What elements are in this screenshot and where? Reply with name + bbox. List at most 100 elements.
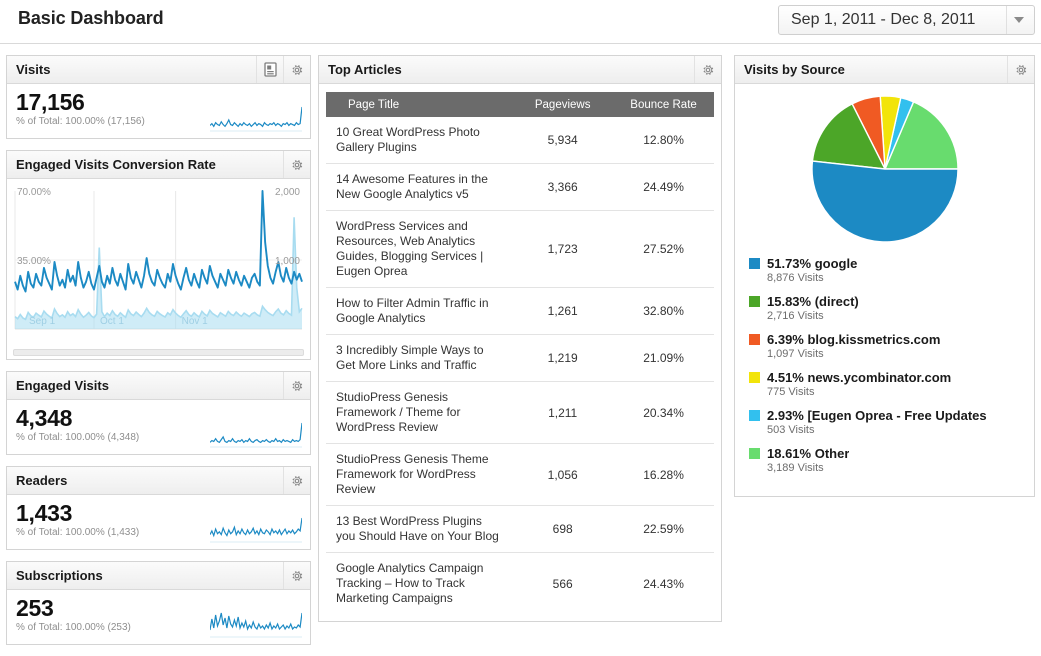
sparkline-visits bbox=[210, 104, 302, 132]
widget-readers-body: 1,433 % of Total: 100.00% (1,433) bbox=[7, 495, 310, 549]
svg-text:35.00%: 35.00% bbox=[17, 256, 51, 267]
legend-item[interactable]: 4.51% news.ycombinator.com 775 Visits bbox=[749, 370, 1034, 398]
widget-title: Visits bbox=[16, 62, 51, 77]
widget-visits-by-source-header: Visits by Source bbox=[735, 56, 1034, 84]
table-row[interactable]: 10 Great WordPress Photo Gallery Plugins… bbox=[326, 117, 714, 164]
widget-title: Subscriptions bbox=[16, 568, 103, 583]
cell-page-title[interactable]: 13 Best WordPress Plugins you Should Hav… bbox=[326, 505, 513, 553]
widget-subscriptions: Subscriptions 253 % of Total: 100.00% (2… bbox=[6, 561, 311, 645]
gear-icon[interactable] bbox=[694, 56, 721, 83]
widget-title: Engaged Visits bbox=[16, 378, 109, 393]
gear-icon[interactable] bbox=[1007, 56, 1034, 83]
cell-page-title[interactable]: StudioPress Genesis Framework / Theme fo… bbox=[326, 381, 513, 444]
table-row[interactable]: 13 Best WordPress Plugins you Should Hav… bbox=[326, 505, 714, 553]
cell-bounce-rate: 32.80% bbox=[613, 287, 714, 335]
cell-bounce-rate: 21.09% bbox=[613, 334, 714, 382]
date-range-label: Sep 1, 2011 - Dec 8, 2011 bbox=[791, 11, 976, 28]
legend-item[interactable]: 6.39% blog.kissmetrics.com 1,097 Visits bbox=[749, 332, 1034, 360]
legend-visit-count: 775 Visits bbox=[767, 386, 815, 398]
svg-text:Oct 1: Oct 1 bbox=[100, 316, 124, 327]
widget-top-articles: Top Articles Page Title Pageviews Bounce… bbox=[318, 55, 722, 622]
legend-swatch-icon bbox=[749, 258, 760, 269]
cell-bounce-rate: 27.52% bbox=[613, 210, 714, 288]
cell-pageviews: 566 bbox=[552, 576, 573, 591]
legend-visit-count: 2,716 Visits bbox=[767, 310, 824, 322]
gear-icon[interactable] bbox=[283, 151, 310, 178]
cell-page-title[interactable]: How to Filter Admin Traffic in Google An… bbox=[326, 287, 513, 335]
legend-swatch-icon bbox=[749, 372, 760, 383]
column-header-bounce-rate[interactable]: Bounce Rate bbox=[613, 92, 714, 117]
legend-item[interactable]: 2.93% [Eugen Oprea - Free Updates 503 Vis… bbox=[749, 408, 1034, 436]
legend-item[interactable]: 51.73% google 8,876 Visits bbox=[749, 256, 1034, 284]
widget-visits-header: Visits bbox=[7, 56, 310, 84]
svg-text:1,000: 1,000 bbox=[275, 256, 300, 267]
pie-legend: 51.73% google 8,876 Visits 15.83% (direct)… bbox=[749, 256, 1034, 474]
middle-column: Top Articles Page Title Pageviews Bounce… bbox=[318, 55, 722, 633]
legend-item-main: 4.51% news.ycombinator.com bbox=[749, 370, 1021, 385]
left-column: Visits 17,156 % of Total: 100.00% (17,15… bbox=[6, 55, 311, 656]
widget-conversion-rate: Engaged Visits Conversion Rate 70.00% 35.… bbox=[6, 150, 311, 360]
legend-item-main: 15.83% (direct) bbox=[749, 294, 1021, 309]
widget-visits-body: 17,156 % of Total: 100.00% (17,156) bbox=[7, 84, 310, 138]
right-column: Visits by Source 51.73% google 8,876 Visi… bbox=[734, 55, 1035, 508]
cell-page-title[interactable]: 3 Incredibly Simple Ways to Get More Lin… bbox=[326, 334, 513, 382]
cell-pageviews: 698 bbox=[512, 505, 614, 553]
visits-by-source-body: 51.73% google 8,876 Visits 15.83% (direct)… bbox=[735, 84, 1034, 496]
cell-pageviews: 1,261 bbox=[512, 287, 614, 335]
table-row[interactable]: StudioPress Genesis Theme Framework for … bbox=[326, 443, 714, 506]
sparkline-engaged-visits bbox=[210, 420, 302, 448]
pie-chart-holder bbox=[735, 94, 1034, 244]
gear-icon[interactable] bbox=[283, 562, 310, 589]
cell-page-title[interactable]: Google Analytics Campaign Tracking – How… bbox=[326, 553, 512, 615]
legend-item[interactable]: 18.61% Other 3,189 Visits bbox=[749, 446, 1034, 474]
widget-subscriptions-header: Subscriptions bbox=[7, 562, 310, 590]
table-row[interactable]: Google Analytics Campaign Tracking – How… bbox=[326, 553, 714, 615]
table-row[interactable]: WordPress Services and Resources, Web An… bbox=[326, 210, 714, 288]
chart-scrollbar[interactable] bbox=[13, 349, 304, 356]
report-icon[interactable] bbox=[256, 56, 283, 83]
pie-slice[interactable] bbox=[810, 160, 959, 243]
top-articles-table: Page Title Pageviews Bounce Rate 10 Grea… bbox=[326, 92, 714, 614]
cell-page-title[interactable]: WordPress Services and Resources, Web An… bbox=[326, 210, 513, 288]
legend-item-main: 6.39% blog.kissmetrics.com bbox=[749, 332, 1021, 347]
cell-bounce-rate: 20.34% bbox=[613, 381, 714, 444]
cell-page-title[interactable]: 14 Awesome Features in the New Google An… bbox=[326, 163, 513, 211]
column-header-pageviews[interactable]: Pageviews bbox=[512, 92, 614, 117]
widget-title: Engaged Visits Conversion Rate bbox=[16, 157, 216, 172]
widget-visits-by-source: Visits by Source 51.73% google 8,876 Visi… bbox=[734, 55, 1035, 497]
cell-bounce-rate: 24.43% bbox=[643, 576, 684, 591]
conversion-rate-chart: 70.00% 35.00% 2,000 1,000 Sep 1 Oct 1 Nov 1 bbox=[14, 187, 303, 330]
column-header-page-title[interactable]: Page Title bbox=[326, 92, 513, 117]
legend-item[interactable]: 15.83% (direct) 2,716 Visits bbox=[749, 294, 1034, 322]
widget-title: Top Articles bbox=[328, 62, 402, 77]
legend-visit-count: 3,189 Visits bbox=[767, 462, 824, 474]
gear-icon[interactable] bbox=[283, 372, 310, 399]
cell-bounce-rate: 12.80% bbox=[613, 117, 714, 164]
legend-swatch-icon bbox=[749, 448, 760, 459]
legend-label: 2.93% [Eugen Oprea - Free Updates bbox=[767, 408, 987, 423]
widget-title: Visits by Source bbox=[744, 62, 845, 77]
gear-icon[interactable] bbox=[283, 56, 310, 83]
cell-pageviews: 1,723 bbox=[512, 210, 614, 288]
chevron-down-icon[interactable] bbox=[1006, 6, 1030, 34]
legend-label: 51.73% google bbox=[767, 256, 858, 271]
table-row[interactable]: How to Filter Admin Traffic in Google An… bbox=[326, 287, 714, 335]
widget-conversion-rate-header: Engaged Visits Conversion Rate bbox=[7, 151, 310, 179]
top-bar: Basic Dashboard Sep 1, 2011 - Dec 8, 201… bbox=[0, 0, 1041, 44]
widget-engaged-visits-header: Engaged Visits bbox=[7, 372, 310, 400]
cell-page-title[interactable]: StudioPress Genesis Theme Framework for … bbox=[326, 443, 513, 506]
legend-item-main: 2.93% [Eugen Oprea - Free Updates bbox=[749, 408, 1021, 423]
cell-page-title[interactable]: 10 Great WordPress Photo Gallery Plugins bbox=[326, 117, 513, 164]
legend-label: 6.39% blog.kissmetrics.com bbox=[767, 332, 941, 347]
cell-pageviews: 1,211 bbox=[512, 381, 614, 444]
widget-subscriptions-body: 253 % of Total: 100.00% (253) bbox=[7, 590, 310, 644]
widget-engaged-visits-body: 4,348 % of Total: 100.00% (4,348) bbox=[7, 400, 310, 454]
svg-text:70.00%: 70.00% bbox=[17, 187, 51, 198]
table-row[interactable]: 3 Incredibly Simple Ways to Get More Lin… bbox=[326, 334, 714, 382]
table-row[interactable]: StudioPress Genesis Framework / Theme fo… bbox=[326, 381, 714, 444]
cell-pageviews: 3,366 bbox=[512, 163, 614, 211]
cell-bounce-rate: 24.49% bbox=[613, 163, 714, 211]
gear-icon[interactable] bbox=[283, 467, 310, 494]
table-row[interactable]: 14 Awesome Features in the New Google An… bbox=[326, 163, 714, 211]
date-range-selector[interactable]: Sep 1, 2011 - Dec 8, 2011 bbox=[778, 5, 1035, 35]
